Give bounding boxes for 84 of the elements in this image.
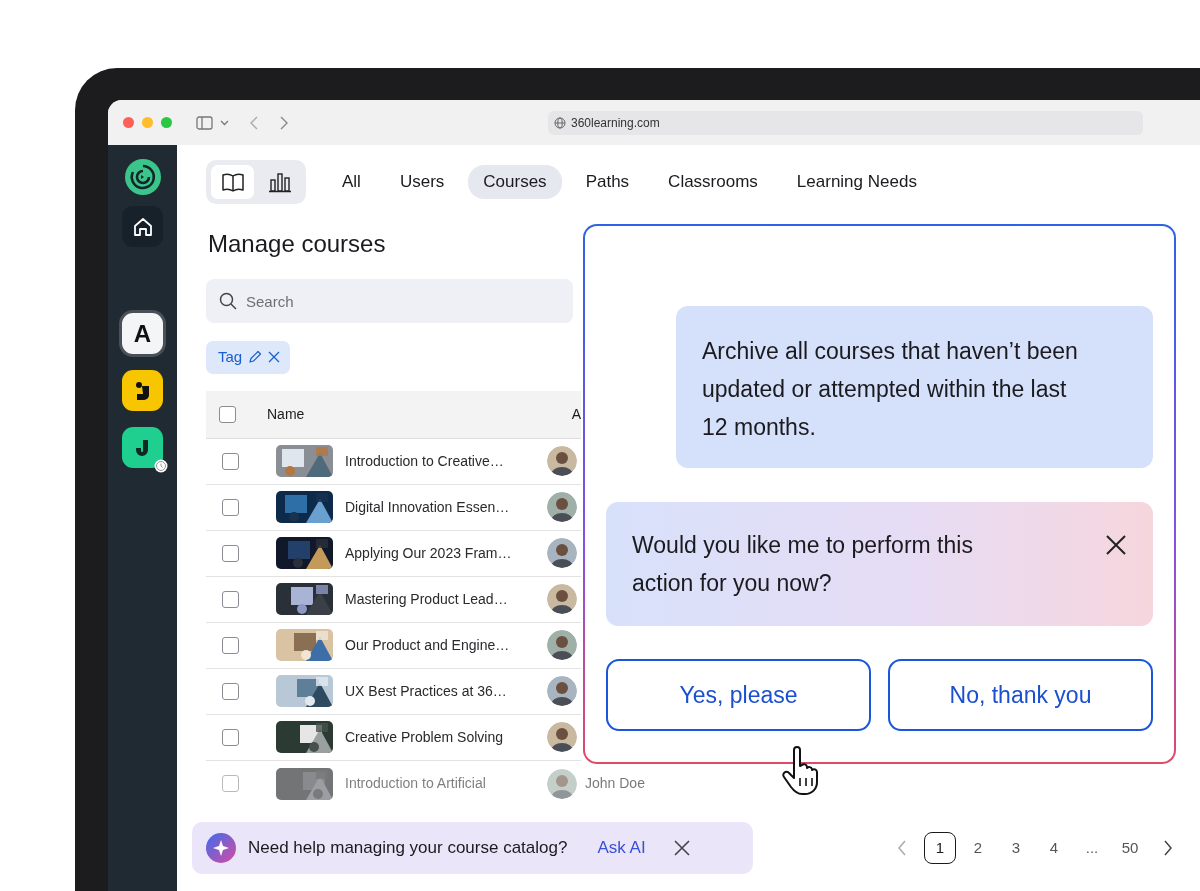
row-checkbox[interactable] — [222, 775, 239, 792]
action-button[interactable]: Yes, please — [606, 659, 871, 731]
logo-icon[interactable] — [124, 159, 161, 195]
avatar — [547, 492, 577, 522]
minimize-dot[interactable] — [142, 117, 153, 128]
url-text: 360learning.com — [571, 114, 660, 132]
row-checkbox[interactable] — [222, 682, 239, 700]
row-checkbox[interactable] — [222, 544, 239, 562]
row-checkbox[interactable] — [222, 728, 239, 746]
app-icon-tile[interactable] — [122, 427, 163, 468]
book-icon — [220, 171, 245, 193]
nav-tab[interactable]: Users — [384, 165, 460, 199]
course-name: Our Product and Engine… — [345, 635, 511, 655]
table-row[interactable]: Creative Problem Solving — [206, 714, 581, 761]
course-name: Creative Problem Solving — [345, 727, 504, 747]
previous-icon[interactable] — [897, 840, 907, 856]
table-row[interactable]: Introduction to Artificial John Doe — [206, 760, 666, 807]
avatar — [547, 722, 577, 752]
close-dot[interactable] — [123, 117, 134, 128]
course-name: Applying Our 2023 Fram… — [345, 543, 513, 563]
avatar — [547, 446, 577, 476]
column-header: A — [571, 404, 581, 424]
book-view-button[interactable] — [211, 165, 254, 199]
table-row[interactable]: Mastering Product Lead… — [206, 576, 581, 623]
author-name: John Doe — [585, 774, 645, 793]
sidebar-icon[interactable] — [196, 115, 213, 130]
row-checkbox[interactable] — [222, 590, 239, 608]
nav-tab[interactable]: Courses — [468, 165, 562, 199]
page-button[interactable]: 50 — [1114, 832, 1146, 864]
table-row[interactable]: UX Best Practices at 36… — [206, 668, 581, 715]
page-button[interactable]: 4 — [1038, 832, 1070, 864]
sparkle-icon — [206, 833, 236, 863]
table-row[interactable]: Digital Innovation Essen… — [206, 484, 581, 531]
course-name: Introduction to Artificial — [345, 774, 487, 793]
avatar — [547, 676, 577, 706]
banner-text: Need help managing your course catalog? — [248, 837, 568, 860]
course-name: UX Best Practices at 36… — [345, 681, 508, 701]
row-checkbox[interactable] — [222, 452, 239, 470]
home-button[interactable] — [122, 206, 163, 247]
table-row[interactable]: Introduction to Creative… — [206, 438, 581, 485]
filter-chip[interactable]: Tag — [206, 341, 291, 374]
avatar — [547, 584, 577, 614]
table-row[interactable]: Our Product and Engine… — [206, 622, 581, 669]
select-all-checkbox[interactable] — [219, 405, 236, 423]
assistant-message: Would you like me to perform this action for you now? — [632, 531, 974, 598]
action-button[interactable]: No, thank you — [888, 659, 1153, 731]
close-icon[interactable] — [673, 840, 690, 856]
row-checkbox[interactable] — [222, 498, 239, 516]
user-message: Archive all courses that haven’t been updated or attempted within the last 12 months. — [676, 306, 1153, 468]
filter-label: Tag — [218, 347, 243, 367]
table-row[interactable]: Applying Our 2023 Fram… — [206, 530, 581, 577]
avatar — [547, 630, 577, 660]
address-bar[interactable]: 360learning.com — [548, 110, 1143, 135]
column-header: Name — [267, 404, 305, 424]
nav-tab[interactable]: Learning Needs — [781, 165, 932, 199]
course-name: Mastering Product Lead… — [345, 589, 509, 609]
app-tile[interactable]: A — [122, 313, 163, 354]
back-icon[interactable] — [250, 115, 258, 130]
search-field[interactable]: Search — [206, 279, 573, 323]
course-name: Introduction to Creative… — [345, 451, 505, 471]
page-button[interactable]: 2 — [962, 832, 994, 864]
pencil-icon[interactable] — [248, 350, 263, 365]
forward-icon[interactable] — [280, 115, 288, 130]
app-icon-tile[interactable] — [122, 370, 163, 411]
nav-tab[interactable]: All — [327, 165, 376, 199]
course-name: Digital Innovation Essen… — [345, 497, 511, 517]
page-title: Manage courses — [208, 229, 387, 259]
bar-chart-icon — [267, 171, 292, 193]
search-icon — [219, 292, 237, 310]
avatar — [547, 768, 577, 799]
row-checkbox[interactable] — [222, 636, 239, 654]
maximize-dot[interactable] — [161, 117, 172, 128]
globe-icon — [554, 116, 566, 129]
ask-ai-link[interactable]: Ask AI — [597, 835, 646, 861]
avatar — [547, 538, 577, 568]
page-button[interactable]: 3 — [1000, 832, 1032, 864]
nav-tab[interactable]: Paths — [570, 165, 645, 199]
page-button[interactable]: 1 — [924, 832, 956, 864]
close-icon[interactable] — [1105, 534, 1127, 556]
home-icon — [131, 215, 154, 238]
next-icon[interactable] — [1163, 840, 1173, 856]
chevron-down-icon[interactable] — [220, 119, 229, 126]
page-button[interactable]: ... — [1076, 832, 1108, 864]
nav-tab[interactable]: Classrooms — [653, 165, 773, 199]
